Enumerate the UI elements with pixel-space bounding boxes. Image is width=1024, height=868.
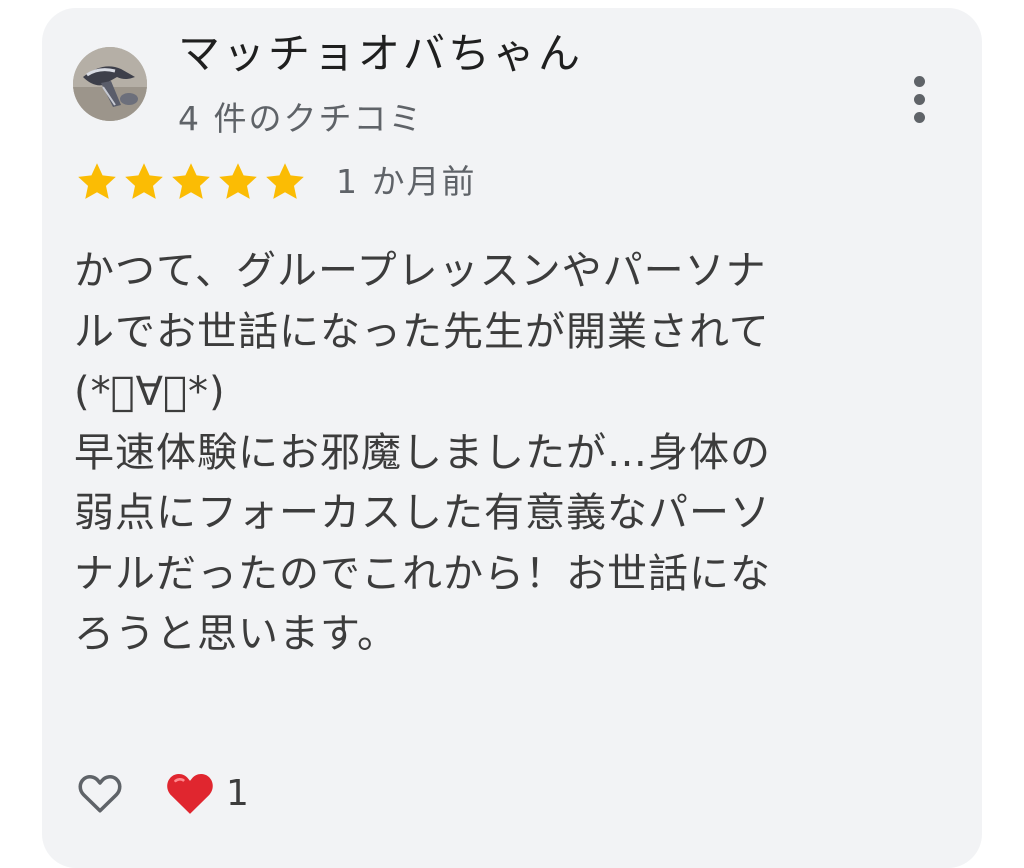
star-icon (172, 163, 210, 199)
star-icon (219, 163, 257, 199)
author-name[interactable]: マッチョオバちゃん (178, 26, 583, 82)
star-icon (125, 163, 163, 199)
review-text-line: 弱点にフォーカスした有意義なパーソ (74, 490, 771, 536)
more-options-icon[interactable] (900, 70, 940, 130)
like-button[interactable] (74, 768, 126, 818)
review-text-line: 早速体験にお邪魔しましたが…身体の (74, 429, 771, 476)
heart-reaction[interactable]: 1 (162, 764, 249, 822)
reaction-count: 1 (226, 772, 249, 814)
star-rating (74, 160, 308, 204)
red-heart-icon (167, 774, 213, 814)
avatar-image (73, 47, 147, 121)
heart-outline-icon (78, 775, 122, 813)
star-icon (266, 163, 304, 199)
review-text-line: (*ﾟ∀ﾟ*) (74, 369, 226, 415)
review-text-line: かつて、グループレッスンやパーソナ (74, 248, 767, 294)
review-time: 1 か月前 (336, 162, 477, 201)
review-text: かつて、グループレッスンやパーソナ ルでお世話になった先生が開業されて (*ﾟ∀… (74, 241, 924, 665)
author-avatar[interactable] (73, 47, 147, 121)
review-text-line: ルでお世話になった先生が開業されて (74, 308, 770, 355)
review-text-line: ナルだったのでこれから！お世話にな (74, 550, 771, 597)
star-icon (78, 163, 116, 199)
author-review-count[interactable]: 4 件のクチコミ (178, 96, 424, 142)
review-text-line: ろうと思います。 (74, 611, 398, 657)
